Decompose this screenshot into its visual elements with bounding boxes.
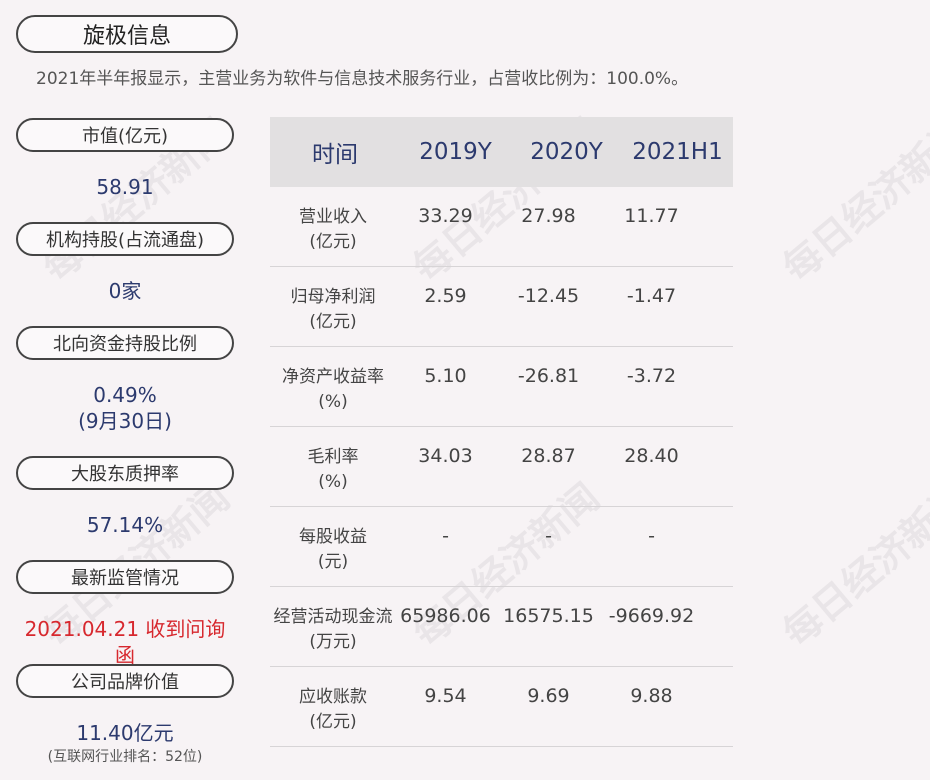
cell-2019: 2.59: [424, 285, 467, 307]
cell-2021h1: -3.72: [626, 365, 677, 387]
northbound-date: (9月30日): [78, 409, 172, 433]
northbound-value: 0.49%: [93, 383, 157, 407]
table-row: 净资产收益率 (%) 5.10 -26.81 -3.72: [270, 347, 733, 427]
market-cap-label: 市值(亿元): [16, 118, 234, 152]
cell-2020: -: [545, 525, 552, 547]
financial-table: 时间 2019Y 2020Y 2021H1 营业收入 (亿元) 33.29 27.…: [270, 117, 733, 747]
row-label: 归母净利润 (亿元): [290, 287, 376, 332]
row-label: 经营活动现金流 (万元): [273, 607, 393, 652]
institution-holding-label: 机构持股(占流通盘): [16, 222, 234, 256]
market-cap-value: 58.91: [96, 175, 154, 199]
cell-2020: 27.98: [521, 205, 576, 227]
cell-2019: 34.03: [418, 445, 473, 467]
cell-2021h1: 9.88: [630, 685, 673, 707]
row-label: 毛利率 (%): [307, 447, 359, 492]
header-cell: 2019Y: [419, 139, 492, 165]
table-row: 归母净利润 (亿元) 2.59 -12.45 -1.47: [270, 267, 733, 347]
institution-holding-value: 0家: [108, 279, 142, 303]
row-label: 应收账款 (亿元): [299, 687, 367, 732]
cell-2019: 9.54: [424, 685, 467, 707]
table-row: 应收账款 (亿元) 9.54 9.69 9.88: [270, 667, 733, 747]
table-header: 时间 2019Y 2020Y 2021H1: [270, 117, 733, 187]
cell-2019: -: [442, 525, 449, 547]
pledge-label: 大股东质押率: [16, 456, 234, 490]
cell-2021h1: -9669.92: [608, 605, 695, 627]
cell-2020: -12.45: [517, 285, 580, 307]
header-cell: 2020Y: [530, 139, 603, 165]
table-row: 经营活动现金流 (万元) 65986.06 16575.15 -9669.92: [270, 587, 733, 667]
header-cell: 2021H1: [632, 139, 723, 165]
brand-value-label: 公司品牌价值: [16, 664, 234, 698]
northbound-label: 北向资金持股比例: [16, 326, 234, 360]
header-cell: 时间: [312, 142, 358, 168]
cell-2019: 5.10: [424, 365, 467, 387]
cell-2019: 65986.06: [400, 605, 491, 627]
regulation-value: 2021.04.21 收到问询函: [24, 617, 226, 667]
table-row: 每股收益 (元) - - -: [270, 507, 733, 587]
cell-2020: 16575.15: [503, 605, 594, 627]
cell-2021h1: 28.40: [624, 445, 679, 467]
cell-2021h1: -: [648, 525, 655, 547]
watermark: 每日经济新闻: [774, 110, 930, 291]
brand-rank-note: (互联网行业排名：52位): [47, 749, 203, 765]
business-summary: 2021年半年报显示，主营业务为软件与信息技术服务行业，占营收比例为：100.0…: [36, 69, 689, 89]
cell-2020: -26.81: [517, 365, 580, 387]
regulation-label: 最新监管情况: [16, 560, 234, 594]
row-label: 净资产收益率 (%): [282, 367, 384, 412]
table-row: 营业收入 (亿元) 33.29 27.98 11.77: [270, 187, 733, 267]
brand-value: 11.40亿元: [76, 721, 174, 745]
cell-2019: 33.29: [418, 205, 473, 227]
row-label: 营业收入 (亿元): [299, 207, 367, 252]
row-label: 每股收益 (元): [299, 527, 367, 572]
cell-2021h1: -1.47: [626, 285, 677, 307]
pledge-value: 57.14%: [86, 513, 164, 537]
cell-2020: 9.69: [527, 685, 570, 707]
table-row: 毛利率 (%) 34.03 28.87 28.40: [270, 427, 733, 507]
cell-2021h1: 11.77: [624, 205, 679, 227]
watermark: 每日经济新闻: [774, 475, 930, 656]
company-title: 旋极信息: [16, 15, 238, 53]
cell-2020: 28.87: [521, 445, 576, 467]
